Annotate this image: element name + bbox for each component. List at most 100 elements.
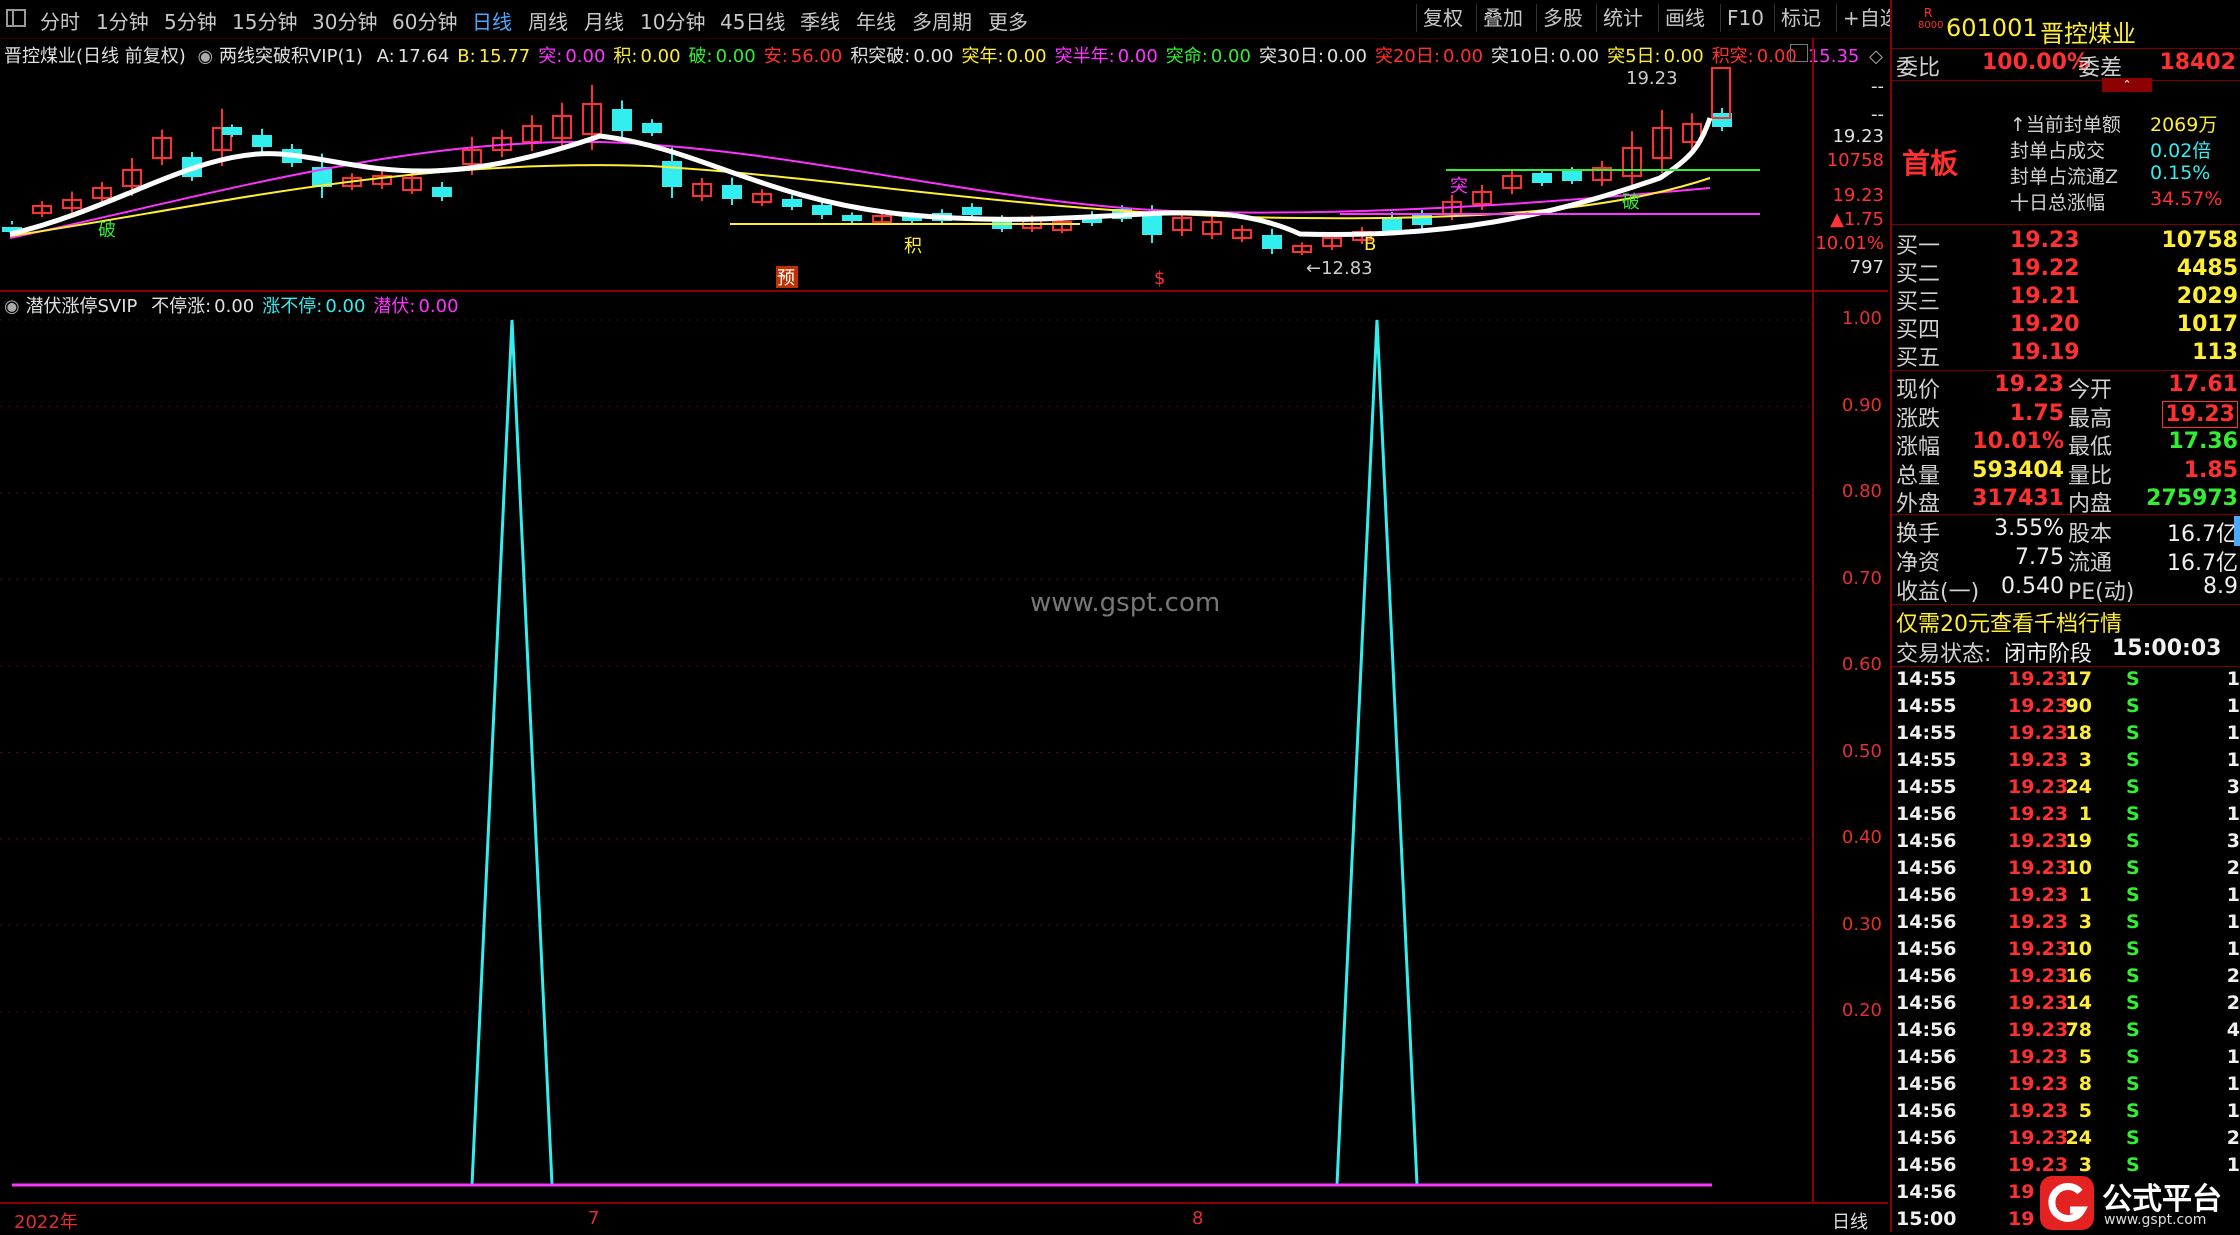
bid-row[interactable]: 买二 19.22 4485 (1892, 256, 2240, 287)
quote-label: 现价 (1896, 378, 1941, 403)
tick-row: 14:56 19.23 5 S 1 (1892, 1100, 2240, 1127)
bid-row[interactable]: 买一 19.23 10758 (1892, 228, 2240, 259)
toolbar-action-button[interactable]: 复权 (1416, 4, 1469, 32)
tick-time: 14:56 (1896, 965, 1957, 987)
indicator-value-axis: 1.00 0.90 0.80 0.70 0.60 0.50 0.40 0.30 0.20 (1812, 292, 1890, 1202)
kline-chart[interactable]: 19.23 ←12.83 破积 B 突破预 $ (0, 38, 1810, 290)
bid-row[interactable]: 买四 19.20 1017 (1892, 312, 2240, 343)
seal-info-value: 0.15% (2150, 162, 2211, 184)
tick-row: 14:56 19.23 3 S 1 (1892, 911, 2240, 938)
tick-time: 14:56 (1896, 1073, 1957, 1095)
period-tab[interactable]: 季线 (800, 6, 840, 35)
period-tab[interactable]: 60分钟 (392, 6, 457, 35)
tick-time: 14:55 (1896, 668, 1957, 690)
tick-count: 3 (2226, 776, 2240, 798)
tick-price: 19.23 (2008, 830, 2069, 852)
tick-count: 1 (2226, 749, 2240, 771)
indicator-chart[interactable] (0, 292, 1812, 1202)
quote-label: 总量 (1896, 463, 1941, 489)
watermark: www.gspt.com (1030, 588, 1221, 618)
period-tab[interactable]: 年线 (856, 6, 896, 35)
fundamental-value: 0.540 (2001, 574, 2064, 599)
tick-price: 19.23 (2008, 1046, 2069, 1068)
period-tab[interactable]: 分时 (40, 6, 80, 35)
toolbar-action-button[interactable]: 画线 (1658, 4, 1711, 32)
period-label[interactable]: 日线 (1832, 1208, 1868, 1234)
stock-code: 601001 (1946, 14, 2038, 42)
indicator-pane[interactable]: ◉ 潜伏涨停SVIP 不停涨: 0.00 涨不停: 0.00 潜伏: 0.00 1.00 0… (0, 292, 1888, 1202)
candle (1562, 171, 1582, 181)
low-price-label: ←12.83 (1306, 258, 1373, 279)
stock-name: 晋控煤业 (2040, 20, 2136, 48)
tick-time: 15:00 (1896, 1208, 1957, 1230)
quote-label: 最低 (2068, 435, 2113, 460)
period-tab[interactable]: 1分钟 (96, 6, 149, 35)
axis-price2: 19.23 (1832, 185, 1884, 206)
seal-info-value: 2069万 (2150, 114, 2218, 136)
tick-price: 19.23 (2008, 992, 2069, 1014)
trade-status-row: 交易状态: 闭市阶段 15:00:03 (1892, 636, 2240, 667)
promo-text[interactable]: 仅需20元查看千档行情 (1896, 606, 2122, 638)
tick-volume: 1 (2078, 884, 2092, 906)
tick-side: S (2126, 911, 2140, 933)
period-tab[interactable]: 多周期 (912, 6, 972, 35)
toolbar-action-button[interactable]: 统计 (1596, 4, 1649, 32)
grid-menu-icon[interactable] (6, 8, 26, 32)
period-tab[interactable]: 更多 (988, 6, 1028, 35)
promo-row[interactable]: 仅需20元查看千档行情 (1892, 606, 2240, 637)
seal-info-row: 十日总涨幅 34.57% (1892, 188, 2240, 214)
scrollbar-thumb[interactable] (2234, 516, 2240, 546)
quote-row: 总量 593404 量比 1.85 (1892, 458, 2240, 489)
period-tab[interactable]: 10分钟 (640, 6, 705, 35)
tick-row: 14:55 19.23 17 S 1 (1892, 668, 2240, 695)
candle (642, 123, 662, 133)
tick-volume: 5 (2078, 1046, 2092, 1068)
fundamental-row: 换手 3.55% 股本 16.7亿 (1892, 516, 2240, 547)
signal-marker: 破 (1622, 192, 1640, 213)
kline-pane[interactable]: 晋控煤业(日线 前复权) ◉ 两线突破积VIP(1) A: 17.64 B: 15.7… (0, 38, 1888, 292)
collapse-arrow-icon[interactable]: ⌃ (2102, 78, 2152, 92)
bid-row[interactable]: 买五 19.19 113 (1892, 340, 2240, 371)
period-tab[interactable]: 月线 (584, 6, 624, 35)
tick-volume: 16 (2065, 965, 2092, 987)
tick-row: 14:56 19.23 10 S 2 (1892, 857, 2240, 884)
period-tab[interactable]: 45日线 (720, 6, 785, 35)
bid-row[interactable]: 买三 19.21 2029 (1892, 284, 2240, 315)
period-tab[interactable]: 15分钟 (232, 6, 297, 35)
toolbar-action-button[interactable]: 多股 (1536, 4, 1589, 32)
period-tab[interactable]: 周线 (528, 6, 568, 35)
tick-side: S (2126, 992, 2140, 1014)
tick-side: S (2126, 1073, 2140, 1095)
weibi-value: 100.00% (1982, 50, 2089, 75)
tick-volume: 24 (2065, 1127, 2092, 1149)
period-tab[interactable]: 30分钟 (312, 6, 377, 35)
date-label-jul: 7 (588, 1208, 600, 1229)
quote-value: 1.75 (2009, 400, 2064, 426)
tick-price: 19.23 (2008, 668, 2069, 690)
toolbar-action-button[interactable]: F10 (1720, 4, 1770, 32)
tick-side: S (2126, 695, 2140, 717)
toolbar-action-button[interactable]: 标记 (1774, 4, 1827, 32)
bid-volume: 2029 (2176, 284, 2238, 309)
quote-value: 275973 (2146, 486, 2238, 511)
stock-header: R 8000 601001 晋控煤业 (1892, 6, 2240, 48)
tick-count: 1 (2226, 695, 2240, 717)
toolbar-action-button[interactable]: 叠加 (1476, 4, 1529, 32)
bid-price: 19.22 (2010, 256, 2080, 281)
period-tab[interactable]: 5分钟 (164, 6, 217, 35)
quote-row: 涨跌 1.75 最高 19.23 (1892, 400, 2240, 432)
tick-price: 19.23 (2008, 803, 2069, 825)
candle (1532, 173, 1552, 183)
axis-pct: 10.01% (1815, 233, 1884, 254)
tick-price: 19.23 (2008, 965, 2069, 987)
tick-side: S (2126, 938, 2140, 960)
kline-price-axis: -- -- 19.23 10758 19.23 ▲1.75 10.01% 797 (1812, 38, 1890, 290)
tick-price: 19.23 (2008, 722, 2069, 744)
y-tick-label: 0.80 (1841, 481, 1882, 502)
bid-volume: 113 (2192, 340, 2238, 365)
candle (1262, 235, 1282, 249)
tick-volume: 3 (2078, 911, 2092, 933)
period-tab[interactable]: 日线 (472, 6, 512, 35)
candle (842, 215, 862, 221)
candle (1712, 113, 1732, 127)
